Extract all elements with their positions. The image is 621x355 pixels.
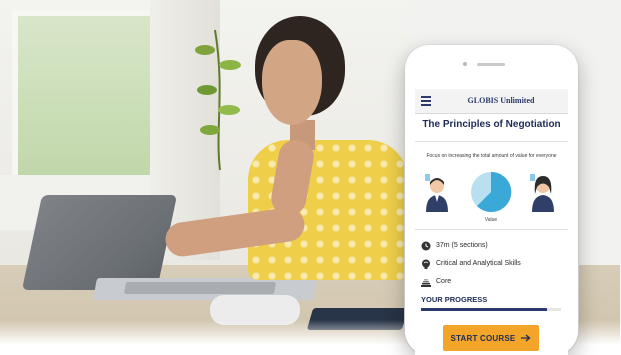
woman-avatar-icon [530, 174, 554, 212]
person-face [262, 40, 322, 125]
progress-label: YOUR PROGRESS [421, 295, 488, 304]
phone-mockup: GLOBIS Unlimited The Principles of Negot… [405, 45, 578, 355]
progress-fill [421, 308, 547, 311]
hamburger-icon[interactable] [421, 96, 431, 106]
progress-bar [421, 308, 561, 311]
start-course-label: START COURSE [450, 333, 516, 343]
title-divider [415, 141, 568, 142]
phone-camera [463, 62, 467, 66]
app-topbar: GLOBIS Unlimited [415, 89, 568, 114]
laptop-screen [21, 195, 178, 290]
details-divider [415, 229, 568, 230]
detail-level: Core [421, 277, 566, 289]
laptop-keyboard [123, 282, 277, 294]
course-title: The Principles of Negotiation [422, 119, 561, 130]
detail-level-text: Core [436, 278, 452, 285]
clock-icon [421, 241, 431, 251]
arrow-right-icon [521, 334, 531, 342]
phone-speaker [477, 63, 505, 66]
app-screen: GLOBIS Unlimited The Principles of Negot… [415, 89, 568, 355]
course-subtitle: Focus on increasing the total amount of … [426, 153, 557, 159]
detail-duration: 37m (5 sections) [421, 241, 566, 253]
detail-category-text: Critical and Analytical Skills [436, 260, 521, 267]
brain-icon [422, 259, 430, 269]
level-icon [421, 279, 431, 287]
man-avatar-icon [425, 174, 448, 212]
value-pie-chart [471, 171, 512, 212]
pie-label: Value [484, 217, 498, 223]
app-brand: GLOBIS Unlimited [467, 96, 535, 105]
start-course-button[interactable]: START COURSE [443, 325, 539, 351]
detail-duration-text: 37m (5 sections) [436, 242, 488, 249]
plant-illustration [195, 29, 241, 170]
detail-category: Critical and Analytical Skills [421, 259, 566, 271]
